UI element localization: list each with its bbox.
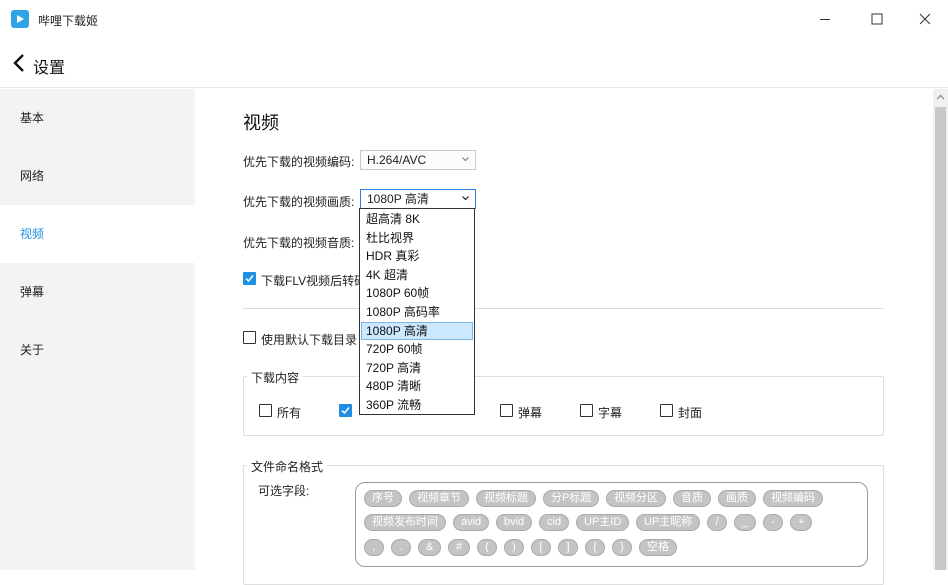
minimize-button[interactable] <box>802 0 848 38</box>
field-tag[interactable]: 空格 <box>639 539 677 556</box>
quality-option[interactable]: 720P 高清 <box>361 359 473 377</box>
quality-value: 1080P 高清 <box>367 192 429 206</box>
content-video-checkbox[interactable] <box>339 404 352 417</box>
quality-option[interactable]: 720P 60帧 <box>361 340 473 358</box>
section-title: 视频 <box>243 113 279 133</box>
field-tag[interactable]: - <box>763 514 783 531</box>
quality-label: 优先下载的视频画质: <box>243 195 355 209</box>
sidebar: 基本 网络 视频 弹幕 关于 <box>0 89 195 570</box>
chevron-down-icon <box>462 196 469 201</box>
field-tag[interactable]: cid <box>539 514 570 531</box>
file-naming-legend: 文件命名格式 <box>247 458 328 475</box>
window-title: 哔哩下载姬 <box>38 14 99 28</box>
content-all-label: 所有 <box>277 406 302 420</box>
minimize-icon <box>820 19 830 20</box>
quality-option[interactable]: 杜比视界 <box>361 229 473 247</box>
close-icon <box>919 13 931 25</box>
field-tag[interactable]: 视频章节 <box>409 490 469 507</box>
codec-value: H.264/AVC <box>367 153 427 167</box>
field-tag[interactable]: 分P标题 <box>543 490 600 507</box>
content-all-checkbox[interactable] <box>259 404 272 417</box>
flv-convert-checkbox[interactable] <box>243 272 256 285</box>
field-tag[interactable]: [ <box>531 539 551 556</box>
chevron-down-icon <box>462 157 469 162</box>
field-tag[interactable]: } <box>612 539 632 556</box>
checkmark-icon <box>341 407 350 415</box>
field-tag[interactable]: ( <box>477 539 497 556</box>
sidebar-item-about[interactable]: 关于 <box>0 321 195 379</box>
field-tag[interactable]: . <box>391 539 411 556</box>
sidebar-item-network[interactable]: 网络 <box>0 147 195 205</box>
field-tag[interactable]: UP主ID <box>576 514 630 531</box>
scroll-up-icon[interactable] <box>936 93 945 102</box>
quality-select[interactable]: 1080P 高清 <box>360 189 476 209</box>
flv-convert-label: 下载FLV视频后转码 <box>261 274 367 288</box>
download-content-legend: 下载内容 <box>247 369 304 386</box>
field-tag[interactable]: 视频分区 <box>606 490 666 507</box>
sidebar-item-danmaku[interactable]: 弹幕 <box>0 263 195 321</box>
quality-option[interactable]: 超高清 8K <box>361 210 473 228</box>
codec-select[interactable]: H.264/AVC <box>360 150 476 170</box>
app-logo-icon <box>11 10 29 28</box>
field-tag[interactable]: 视频标题 <box>476 490 536 507</box>
codec-label: 优先下载的视频编码: <box>243 155 355 169</box>
title-bar: 哔哩下载姬 <box>0 0 948 38</box>
divider <box>243 308 884 309</box>
field-tag[interactable]: 音质 <box>673 490 711 507</box>
quality-option[interactable]: 1080P 60帧 <box>361 284 473 302</box>
back-arrow-icon[interactable] <box>12 53 26 73</box>
field-tag[interactable]: 画质 <box>718 490 756 507</box>
field-tag[interactable]: # <box>448 539 471 556</box>
quality-option[interactable]: 480P 清晰 <box>361 377 473 395</box>
settings-header: 设置 <box>0 38 948 88</box>
content-cover-checkbox[interactable] <box>660 404 673 417</box>
checkmark-icon <box>245 275 254 283</box>
field-tag[interactable]: ] <box>558 539 578 556</box>
field-tag[interactable]: + <box>790 514 813 531</box>
field-tags-box: 序号 视频章节 视频标题 分P标题 视频分区 音质 画质 视频编码视频发布时间 avid bvid… <box>355 482 868 567</box>
content-subtitle-label: 字幕 <box>598 406 623 420</box>
field-tag[interactable]: avid <box>453 514 490 531</box>
field-tag[interactable]: _ <box>734 514 757 531</box>
field-tag[interactable]: , <box>364 539 384 556</box>
field-tag[interactable]: & <box>418 539 442 556</box>
close-button[interactable] <box>902 0 948 38</box>
field-tag[interactable]: UP主昵称 <box>636 514 701 531</box>
field-tag[interactable]: { <box>585 539 605 556</box>
vertical-scrollbar[interactable] <box>933 89 948 570</box>
quality-option[interactable]: HDR 真彩 <box>361 247 473 265</box>
content-danmaku-label: 弹幕 <box>518 406 543 420</box>
quality-option[interactable]: 360P 流畅 <box>361 396 473 414</box>
optional-fields-label: 可选字段: <box>258 484 310 498</box>
field-tag[interactable]: bvid <box>496 514 533 531</box>
field-tag[interactable]: 视频编码 <box>763 490 823 507</box>
default-dir-label: 使用默认下载目录 <box>261 333 358 347</box>
page-title: 设置 <box>33 60 66 77</box>
field-tag[interactable]: 视频发布时间 <box>364 514 446 531</box>
sidebar-item-basic[interactable]: 基本 <box>0 89 195 147</box>
scroll-thumb[interactable] <box>935 107 946 570</box>
field-tag[interactable]: / <box>707 514 727 531</box>
maximize-icon <box>871 13 883 25</box>
audio-label: 优先下载的视频音质: <box>243 236 355 250</box>
field-tag[interactable]: ) <box>504 539 524 556</box>
quality-option[interactable]: 1080P 高码率 <box>361 303 473 321</box>
field-tag[interactable]: 序号 <box>364 490 402 507</box>
content-subtitle-checkbox[interactable] <box>580 404 593 417</box>
maximize-button[interactable] <box>854 0 900 38</box>
quality-dropdown-list: 超高清 8K 杜比视界 HDR 真彩 4K 超清 1080P 60帧 1080P 高码率 1… <box>359 208 475 415</box>
quality-option[interactable]: 1080P 高清 <box>361 321 473 340</box>
content-danmaku-checkbox[interactable] <box>500 404 513 417</box>
content-cover-label: 封面 <box>678 406 703 420</box>
sidebar-item-video[interactable]: 视频 <box>0 205 195 263</box>
quality-option[interactable]: 4K 超清 <box>361 266 473 284</box>
default-dir-checkbox[interactable] <box>243 331 256 344</box>
